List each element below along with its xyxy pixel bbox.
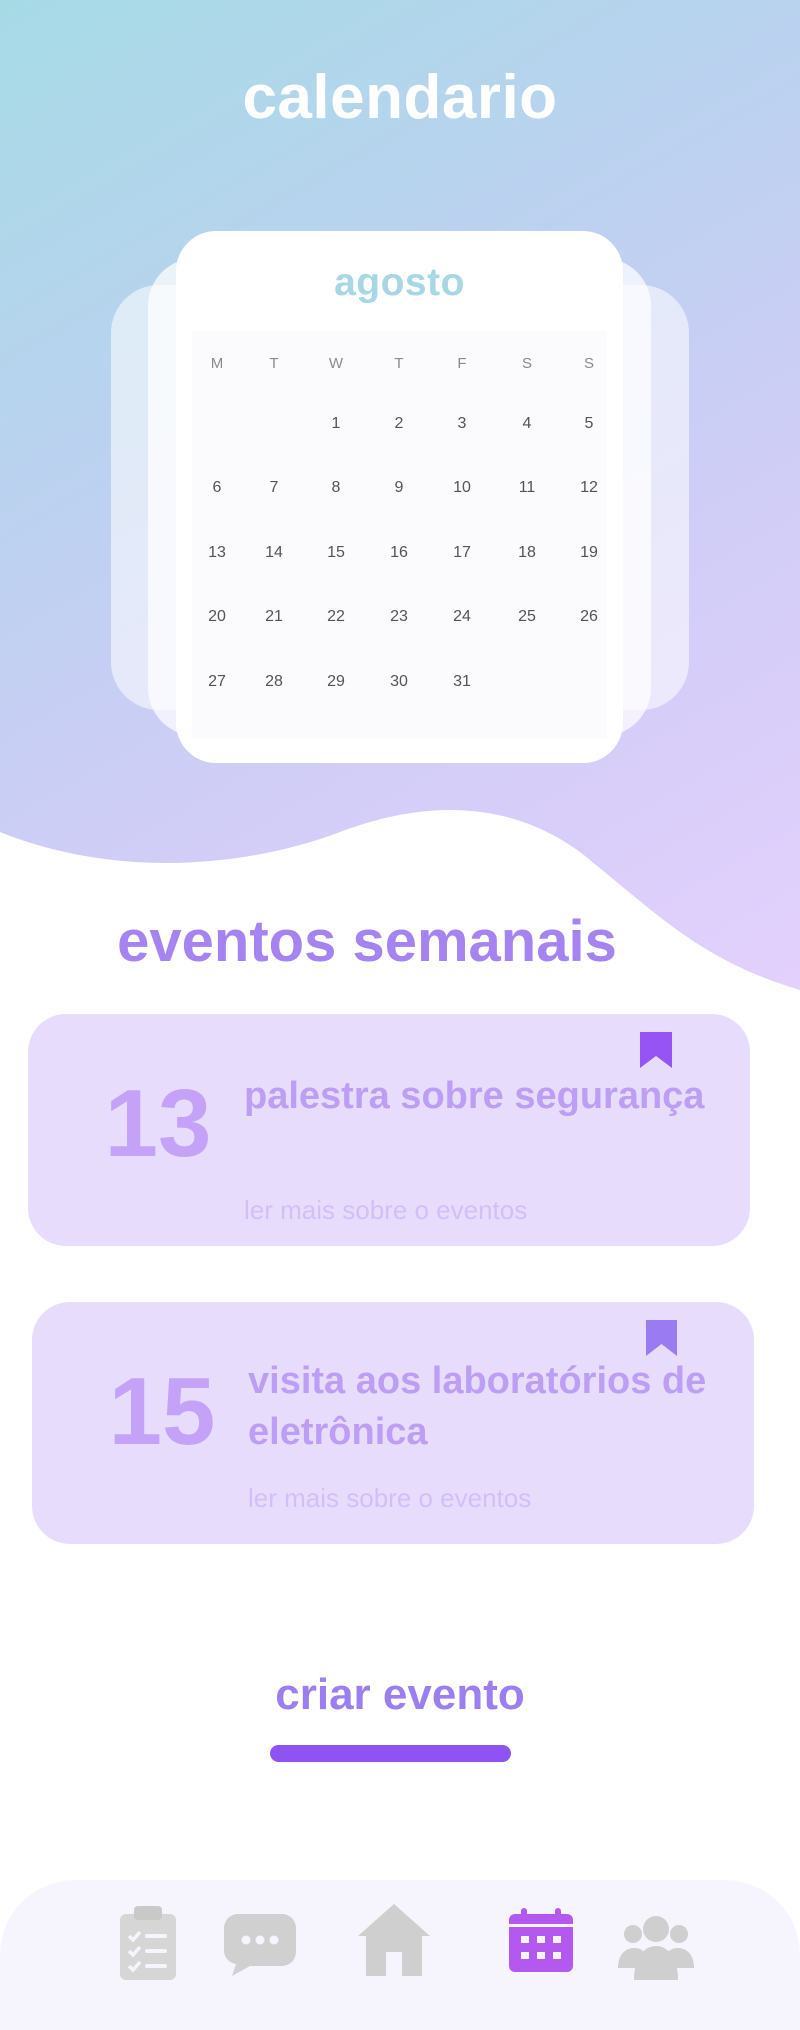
- calendar-weekday-label: M: [210, 355, 224, 372]
- bottom-navigation: [0, 1880, 800, 2030]
- event-card[interactable]: 13 palestra sobre segurança ler mais sob…: [28, 1014, 750, 1246]
- page-title: calendario: [242, 63, 558, 132]
- calendar-day[interactable]: 7: [249, 473, 299, 503]
- calendar-day[interactable]: 24: [437, 602, 487, 632]
- events-section-title: eventos semanais: [117, 909, 617, 974]
- calendar-day[interactable]: 1: [311, 409, 361, 439]
- calendar-month-label: agosto: [334, 261, 465, 304]
- calendar-day[interactable]: 4: [502, 409, 552, 439]
- calendar-weekday-label: S: [521, 355, 532, 372]
- calendar-day[interactable]: 18: [502, 538, 552, 568]
- calendar-day[interactable]: 17: [437, 538, 487, 568]
- event-card[interactable]: 15 visita aos laboratórios de eletrônica…: [32, 1302, 754, 1544]
- calendar-day[interactable]: 30: [374, 667, 424, 697]
- users-group-icon[interactable]: [618, 1916, 694, 1980]
- event-title: visita aos laboratórios de eletrônica: [248, 1360, 707, 1453]
- calendar-icon[interactable]: [509, 1908, 573, 1972]
- calendar-day[interactable]: 10: [437, 473, 487, 503]
- event-read-more-link[interactable]: ler mais sobre o eventos: [248, 1483, 531, 1514]
- calendar-day[interactable]: 11: [502, 473, 552, 503]
- calendar-day[interactable]: 29: [311, 667, 361, 697]
- calendar-day[interactable]: 14: [249, 538, 299, 568]
- event-day-number: 13: [104, 1070, 212, 1177]
- calendar-weekday-label: F: [457, 355, 467, 372]
- calendar-day[interactable]: 9: [374, 473, 424, 503]
- calendar-day[interactable]: 16: [374, 538, 424, 568]
- event-read-more-link[interactable]: ler mais sobre o eventos: [244, 1195, 527, 1226]
- bookmark-icon[interactable]: [646, 1320, 677, 1356]
- calendar-day[interactable]: 5: [564, 409, 614, 439]
- calendar-day[interactable]: 2: [374, 409, 424, 439]
- calendar-day[interactable]: 23: [374, 602, 424, 632]
- calendar-day[interactable]: 28: [249, 667, 299, 697]
- home-icon[interactable]: [358, 1904, 430, 1976]
- calendar-day[interactable]: 19: [564, 538, 614, 568]
- calendar-day[interactable]: 6: [192, 473, 242, 503]
- calendar-day[interactable]: 12: [564, 473, 614, 503]
- calendar-day[interactable]: 20: [192, 602, 242, 632]
- calendar-weekday-label: T: [269, 355, 279, 372]
- create-event-button[interactable]: criar evento: [0, 1670, 800, 1720]
- calendar-grid: M T W T F S S 1 2 3 4 5 6 7 8 9 10 11 12 13 14 15 16 17 18 19 20 21…: [192, 331, 607, 739]
- event-title: palestra sobre segurança: [244, 1075, 705, 1117]
- calendar-day[interactable]: 21: [249, 602, 299, 632]
- calendar-weekday-label: W: [328, 355, 344, 372]
- calendar-card: agosto M T W T F S S 1 2 3 4 5 6 7 8 9 10 11 12 13 14 15 16 17 1…: [176, 231, 623, 763]
- create-event-underline: [270, 1745, 511, 1762]
- calendar-day[interactable]: 25: [502, 602, 552, 632]
- chat-bubble-icon[interactable]: [224, 1914, 296, 1976]
- calendar-day[interactable]: 8: [311, 473, 361, 503]
- calendar-day[interactable]: 15: [311, 538, 361, 568]
- calendar-day[interactable]: 27: [192, 667, 242, 697]
- calendar-day[interactable]: 26: [564, 602, 614, 632]
- calendar-day[interactable]: 31: [437, 667, 487, 697]
- event-day-number: 15: [108, 1358, 216, 1465]
- calendar-day[interactable]: 22: [311, 602, 361, 632]
- calendar-day[interactable]: 13: [192, 538, 242, 568]
- calendar-weekday-label: T: [394, 355, 404, 372]
- bookmark-icon[interactable]: [640, 1032, 672, 1068]
- calendar-day[interactable]: 3: [437, 409, 487, 439]
- calendar-weekday-label: S: [583, 355, 594, 372]
- clipboard-checklist-icon[interactable]: [118, 1906, 178, 1982]
